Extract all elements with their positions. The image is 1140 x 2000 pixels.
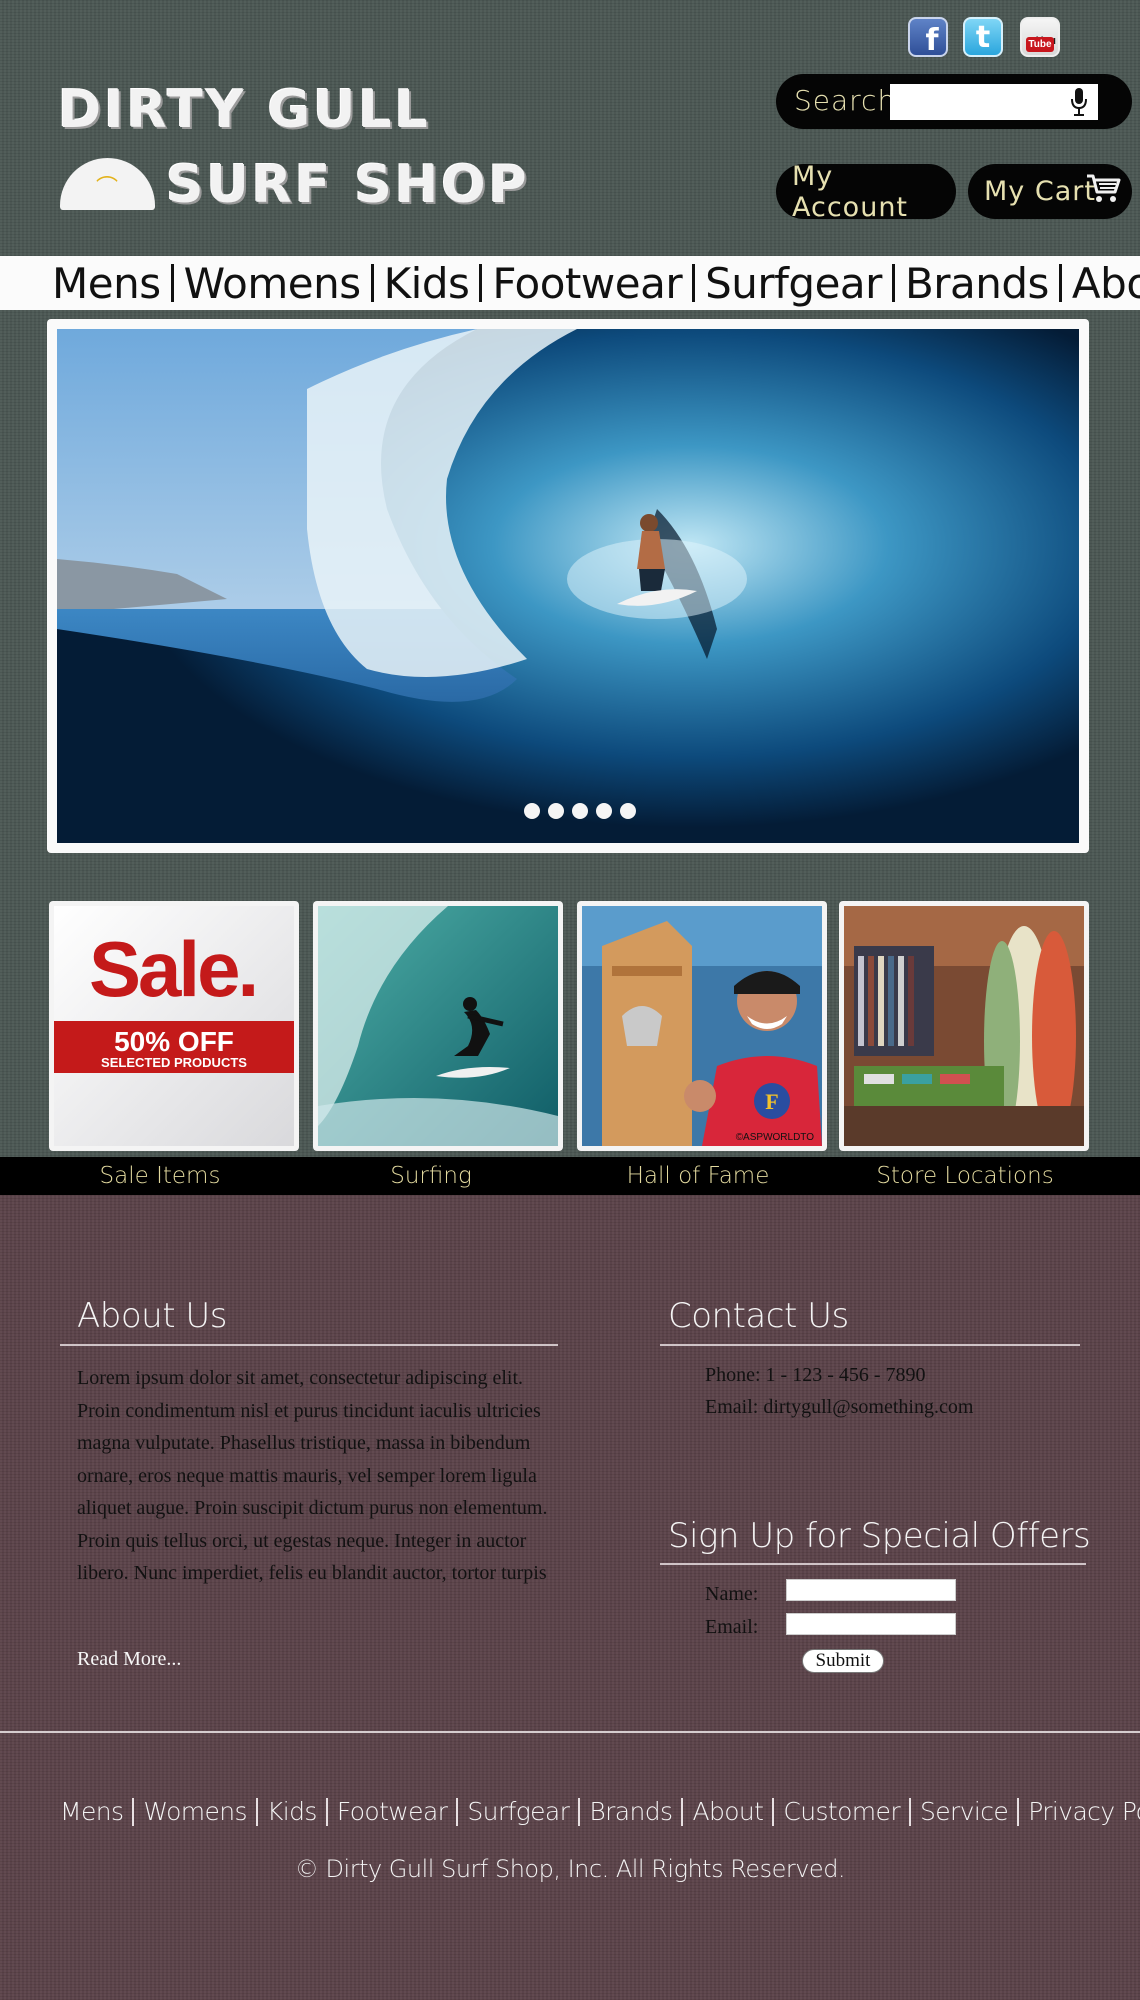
- about-body-text: Lorem ipsum dolor sit amet, consectetur …: [77, 1367, 548, 1584]
- sale-subtext: SELECTED PRODUCTS: [101, 1055, 247, 1070]
- nav-separator: [370, 264, 374, 302]
- footer-nav: Mens Womens Kids Footwear Surfgear Brand…: [60, 1797, 1140, 1826]
- footer-link-customer[interactable]: Customer: [783, 1797, 900, 1826]
- footer-link-kids[interactable]: Kids: [267, 1797, 317, 1826]
- footer-link-brands[interactable]: Brands: [589, 1797, 673, 1826]
- sale-graphic: Sale. 50% OFF SELECTED PRODUCTS: [54, 906, 294, 1146]
- footer-separator: [255, 1797, 258, 1826]
- footer-separator: [909, 1797, 911, 1826]
- footer-link-surfgear[interactable]: Surfgear: [467, 1797, 570, 1826]
- footer-separator: [325, 1797, 328, 1826]
- caption-sale-items[interactable]: Sale Items: [60, 1157, 260, 1195]
- surfing-thumbnail[interactable]: [318, 906, 558, 1146]
- nav-item-surfgear[interactable]: Surfgear: [705, 259, 882, 308]
- email-field[interactable]: [786, 1613, 956, 1635]
- footer-separator: [772, 1797, 775, 1826]
- nav-item-about[interactable]: About: [1072, 259, 1140, 308]
- logo-title-line2[interactable]: SURF SHOP: [166, 155, 530, 215]
- surfer-barrel-photo: [57, 329, 1079, 843]
- nav-separator: [891, 264, 895, 302]
- facebook-icon[interactable]: f: [908, 17, 948, 58]
- contact-heading: Contact Us: [668, 1296, 849, 1336]
- hero-image[interactable]: [57, 329, 1079, 843]
- surfing-photo: [318, 906, 558, 1146]
- nav-item-mens[interactable]: Mens: [52, 259, 161, 308]
- footer-divider: [0, 1731, 1140, 1733]
- sale-percent: 50% OFF: [114, 1026, 234, 1057]
- submit-button[interactable]: Submit: [802, 1649, 884, 1673]
- nav-separator: [1058, 264, 1062, 302]
- my-account-label: My Account: [792, 160, 909, 223]
- logo-title-line1[interactable]: DIRTY GULL: [58, 80, 431, 140]
- caption-surfing[interactable]: Surfing: [331, 1157, 531, 1195]
- name-field[interactable]: [786, 1579, 956, 1601]
- nav-item-brands[interactable]: Brands: [905, 259, 1049, 308]
- hall-of-fame-thumbnail[interactable]: F ©ASPWORLDTO: [582, 906, 822, 1146]
- footer-separator: [1017, 1797, 1020, 1826]
- footer-separator: [681, 1797, 684, 1826]
- footer-link-mens[interactable]: Mens: [60, 1797, 124, 1826]
- slider-dots: [524, 803, 636, 819]
- nav-separator: [479, 264, 483, 302]
- contact-phone: Phone: 1 - 123 - 456 - 7890: [705, 1364, 926, 1386]
- footer-link-service[interactable]: Service: [920, 1797, 1009, 1826]
- youtube-tube-text: Tube: [1026, 37, 1054, 52]
- my-cart-label: My Cart: [984, 176, 1096, 207]
- email-label: Email:: [705, 1616, 759, 1638]
- nav-item-womens[interactable]: Womens: [184, 259, 362, 308]
- twitter-glyph: t: [975, 19, 991, 55]
- facebook-glyph: f: [925, 22, 939, 58]
- signup-heading: Sign Up for Special Offers: [668, 1516, 1091, 1556]
- hall-of-fame-photo: F ©ASPWORLDTO: [582, 906, 822, 1146]
- footer-separator: [132, 1797, 135, 1826]
- caption-store-locations[interactable]: Store Locations: [845, 1157, 1085, 1195]
- footer-link-privacy-policy[interactable]: Privacy Policy: [1028, 1797, 1140, 1826]
- copyright-text: © Dirty Gull Surf Shop, Inc. All Rights …: [294, 1855, 846, 1883]
- store-interior-photo: [844, 906, 1084, 1146]
- signup-divider: [660, 1563, 1086, 1565]
- name-label: Name:: [705, 1583, 759, 1605]
- nav-item-kids[interactable]: Kids: [384, 259, 470, 308]
- main-nav: Mens Womens Kids Footwear Surfgear Brand…: [52, 256, 1140, 310]
- read-more-link[interactable]: Read More...: [77, 1648, 181, 1671]
- footer-separator: [578, 1797, 581, 1826]
- search-input[interactable]: [890, 84, 1098, 120]
- nav-separator: [170, 264, 174, 302]
- microphone-icon[interactable]: [1068, 86, 1090, 118]
- footer-separator: [456, 1797, 459, 1826]
- slider-dot[interactable]: [524, 803, 540, 819]
- footer-link-about[interactable]: About: [692, 1797, 764, 1826]
- search-label: Search: [794, 84, 897, 117]
- about-heading: About Us: [77, 1296, 227, 1336]
- slider-dot[interactable]: [548, 803, 564, 819]
- contact-divider: [660, 1344, 1080, 1346]
- caption-hall-of-fame[interactable]: Hall of Fame: [598, 1157, 798, 1195]
- sale-word: Sale.: [89, 925, 256, 1013]
- twitter-icon[interactable]: t: [963, 17, 1003, 57]
- slider-dot[interactable]: [620, 803, 636, 819]
- slider-dot[interactable]: [596, 803, 612, 819]
- nav-item-footwear[interactable]: Footwear: [492, 259, 682, 308]
- about-divider: [60, 1344, 558, 1346]
- contact-email: Email: dirtygull@something.com: [705, 1396, 974, 1418]
- svg-text:F: F: [765, 1089, 778, 1114]
- photo-watermark: ©ASPWORLDTO: [736, 1132, 815, 1143]
- sale-thumbnail[interactable]: Sale. 50% OFF SELECTED PRODUCTS: [54, 906, 294, 1146]
- my-account-button[interactable]: My Account: [776, 161, 956, 223]
- footer-link-womens[interactable]: Womens: [143, 1797, 247, 1826]
- shopping-cart-icon: [1087, 174, 1121, 202]
- youtube-icon[interactable]: You Tube: [1020, 17, 1060, 57]
- footer-link-footwear[interactable]: Footwear: [337, 1797, 448, 1826]
- gull-icon: ⌒: [96, 175, 119, 200]
- slider-dot[interactable]: [572, 803, 588, 819]
- store-locations-thumbnail[interactable]: [844, 906, 1084, 1146]
- nav-separator: [692, 264, 696, 302]
